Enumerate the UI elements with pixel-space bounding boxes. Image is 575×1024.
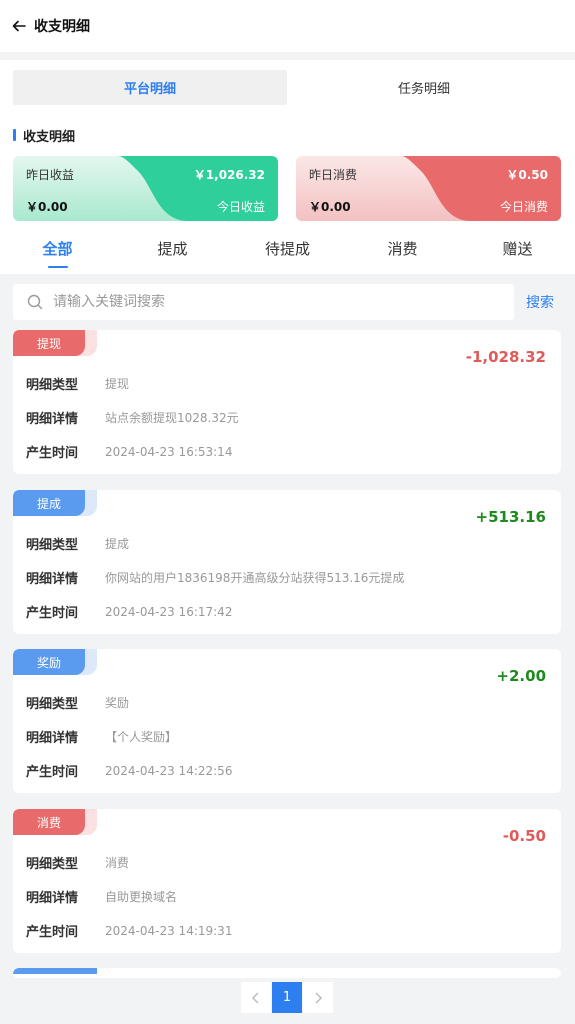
- record-time: 2024-04-23 14:22:56: [105, 763, 233, 778]
- field-label: 明细类型: [26, 857, 79, 872]
- record-amount: +2.00: [496, 667, 546, 685]
- tab-gift[interactable]: 赠送: [460, 234, 575, 274]
- record-time-row: 产生时间 2024-04-23 14:22:56: [26, 761, 233, 781]
- pagination: 1: [241, 982, 334, 1013]
- record-detail: 自助更换域名: [105, 890, 178, 904]
- record-amount: +513.16: [475, 508, 546, 526]
- summary-panel: 平台明细 任务明细 收支明细 昨日收益 ￥1,026.32 ￥0.00 今日收益: [0, 60, 575, 274]
- record-detail: 【个人奖励】: [105, 730, 178, 744]
- field-label: 明细类型: [26, 697, 79, 712]
- chevron-left-icon: [251, 991, 259, 1004]
- record-tag-label: 提现: [13, 330, 85, 356]
- segment-task[interactable]: 任务明细: [287, 70, 561, 105]
- income-yesterday-label: 昨日收益: [26, 168, 75, 182]
- income-today-label: 今日收益: [216, 200, 265, 214]
- record-type: 提现: [105, 377, 130, 391]
- search-icon: [27, 294, 43, 310]
- record-type-row: 明细类型 提现: [26, 374, 129, 393]
- tab-commission[interactable]: 提成: [115, 234, 230, 274]
- search-bar: [13, 284, 514, 320]
- record-type-row: 明细类型 奖励: [26, 693, 129, 712]
- field-label: 产生时间: [26, 765, 79, 780]
- chevron-right-icon: [315, 991, 323, 1004]
- expense-yesterday-value: ￥0.50: [506, 168, 548, 182]
- record-time-row: 产生时间 2024-04-23 16:53:14: [26, 442, 233, 462]
- record-time: 2024-04-23 16:17:42: [105, 604, 233, 619]
- record-tag: 消费: [13, 809, 97, 835]
- record-amount: -0.50: [502, 827, 546, 845]
- section-title-text: 收支明细: [23, 129, 76, 145]
- search-input[interactable]: [53, 294, 473, 310]
- record-tag-label: 消费: [13, 809, 85, 835]
- field-label: 明细类型: [26, 538, 79, 553]
- expense-summary-card: 昨日消费 ￥0.50 ￥0.00 今日消费: [296, 156, 561, 221]
- field-label: 产生时间: [26, 446, 79, 461]
- field-label: 产生时间: [26, 606, 79, 621]
- record-card: 消费 -0.50 明细类型 消费 明细详情 自助更换域名 产生时间 2024-04-2…: [13, 809, 561, 953]
- page-title: 收支明细: [34, 19, 90, 35]
- record-detail: 你网站的用户1836198开通高级分站获得513.16元提成: [105, 571, 405, 585]
- field-label: 产生时间: [26, 925, 79, 940]
- tab-consumption[interactable]: 消费: [345, 234, 460, 274]
- back-arrow-icon[interactable]: [12, 19, 26, 33]
- record-card: 提成 +513.16 明细类型 提成 明细详情 你网站的用户1836198开通高级分…: [13, 490, 561, 634]
- filter-tabs: 全部 提成 待提成 消费 赠送: [0, 234, 575, 274]
- income-yesterday-value: ￥1,026.32: [193, 168, 265, 182]
- prev-page-button[interactable]: [241, 982, 271, 1013]
- record-time-row: 产生时间 2024-04-23 16:17:42: [26, 602, 233, 622]
- record-time-row: 产生时间 2024-04-23 14:19:31: [26, 921, 233, 941]
- field-label: 明细详情: [26, 731, 79, 746]
- record-type: 提成: [105, 537, 130, 551]
- record-tag-label: 提成: [13, 490, 85, 516]
- section-marker: [13, 129, 16, 141]
- page-button-current[interactable]: 1: [272, 982, 302, 1013]
- top-bar: 收支明细: [0, 0, 575, 52]
- record-amount: -1,028.32: [465, 348, 546, 366]
- record-detail-row: 明细详情 自助更换域名: [26, 887, 177, 906]
- record-detail-row: 明细详情 你网站的用户1836198开通高级分站获得513.16元提成: [26, 568, 404, 587]
- record-tag-label: 奖励: [13, 649, 85, 675]
- record-card-partial: [13, 968, 561, 978]
- tab-all[interactable]: 全部: [0, 234, 115, 274]
- record-card: 提现 -1,028.32 明细类型 提现 明细详情 站点余额提现1028.32元 产…: [13, 330, 561, 474]
- record-type: 消费: [105, 856, 130, 870]
- record-time: 2024-04-23 14:19:31: [105, 923, 233, 938]
- expense-today-label: 今日消费: [499, 200, 548, 214]
- record-tag: 提成: [13, 490, 97, 516]
- record-type-row: 明细类型 消费: [26, 853, 129, 872]
- record-detail: 站点余额提现1028.32元: [105, 411, 239, 425]
- next-page-button[interactable]: [303, 982, 333, 1013]
- expense-yesterday-label: 昨日消费: [309, 168, 358, 182]
- record-detail-row: 明细详情 【个人奖励】: [26, 727, 177, 746]
- tab-pending-commission[interactable]: 待提成: [230, 234, 345, 274]
- record-type-row: 明细类型 提成: [26, 534, 129, 553]
- record-time: 2024-04-23 16:53:14: [105, 444, 233, 459]
- field-label: 明细详情: [26, 412, 79, 427]
- segment-control: 平台明细 任务明细: [13, 70, 561, 105]
- search-button[interactable]: 搜索: [526, 292, 554, 312]
- record-detail-row: 明细详情 站点余额提现1028.32元: [26, 408, 239, 427]
- field-label: 明细详情: [26, 572, 79, 587]
- segment-platform[interactable]: 平台明细: [13, 70, 287, 105]
- field-label: 明细类型: [26, 378, 79, 393]
- record-tag: [13, 968, 97, 974]
- field-label: 明细详情: [26, 891, 79, 906]
- record-tag: 奖励: [13, 649, 97, 675]
- income-summary-card: 昨日收益 ￥1,026.32 ￥0.00 今日收益: [13, 156, 278, 221]
- income-today-value: ￥0.00: [26, 200, 68, 214]
- record-type: 奖励: [105, 696, 130, 710]
- section-title: 收支明细: [13, 126, 76, 145]
- record-tag: 提现: [13, 330, 97, 356]
- record-card: 奖励 +2.00 明细类型 奖励 明细详情 【个人奖励】 产生时间 2024-04-2…: [13, 649, 561, 793]
- expense-today-value: ￥0.00: [309, 200, 351, 214]
